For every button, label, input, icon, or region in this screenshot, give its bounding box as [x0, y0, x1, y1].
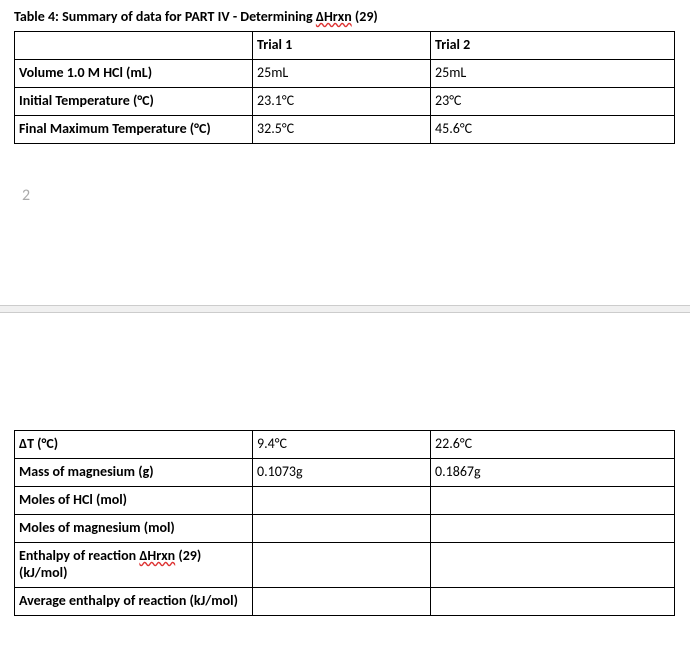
data-table-2: ΔT (°C) 9.4°C 22.6°C Mass of magnesium (… [14, 430, 675, 616]
cell-value [431, 487, 675, 515]
page-number: 2 [0, 144, 690, 205]
row-label-enthalpy: Enthalpy of reaction ΔHrxn (29) (kJ/mol) [15, 543, 253, 588]
cell-value: 25mL [253, 60, 431, 88]
cell-value [253, 543, 431, 588]
title-suffix: (29) [352, 8, 378, 25]
row-label: Average enthalpy of reaction (kJ/mol) [15, 588, 253, 616]
cell-value: 45.6°C [431, 116, 675, 144]
cell-value [253, 588, 431, 616]
table-row: Trial 1 Trial 2 [15, 32, 675, 60]
cell-value [253, 487, 431, 515]
cell-value: 23°C [431, 88, 675, 116]
row-label: Initial Temperature (°C) [15, 88, 253, 116]
table-row: Initial Temperature (°C) 23.1°C 23°C [15, 88, 675, 116]
row-label: Volume 1.0 M HCl (mL) [15, 60, 253, 88]
table-row: Average enthalpy of reaction (kJ/mol) [15, 588, 675, 616]
label-pre: Enthalpy of reaction [19, 547, 139, 564]
cell-value: 9.4°C [253, 431, 431, 459]
row-label: Final Maximum Temperature (°C) [15, 116, 253, 144]
cell-value: 22.6°C [431, 431, 675, 459]
cell-value [431, 588, 675, 616]
data-table-1: Trial 1 Trial 2 Volume 1.0 M HCl (mL) 25… [14, 31, 675, 144]
cell-value [431, 515, 675, 543]
table-row: Mass of magnesium (g) 0.1073g 0.1867g [15, 459, 675, 487]
row-label: Moles of magnesium (mol) [15, 515, 253, 543]
table-title: Table 4: Summary of data for PART IV - D… [0, 0, 690, 31]
delta-hrxn-inline: ΔHrxn [139, 547, 175, 564]
title-delta-hrxn: ΔHrxn [316, 8, 352, 25]
title-prefix: Table 4: Summary of data for PART IV - D… [14, 8, 316, 25]
table-row: Moles of magnesium (mol) [15, 515, 675, 543]
table-row: ΔT (°C) 9.4°C 22.6°C [15, 431, 675, 459]
row-label: Moles of HCl (mol) [15, 487, 253, 515]
cell-value [253, 515, 431, 543]
cell-value: 32.5°C [253, 116, 431, 144]
row-label: Mass of magnesium (g) [15, 459, 253, 487]
cell-value: 0.1867g [431, 459, 675, 487]
header-trial1: Trial 1 [253, 32, 431, 60]
cell-value: 23.1°C [253, 88, 431, 116]
cell-value [431, 543, 675, 588]
page-break-divider [0, 305, 690, 313]
row-label: ΔT (°C) [15, 431, 253, 459]
header-trial2: Trial 2 [431, 32, 675, 60]
header-blank [15, 32, 253, 60]
cell-value: 25mL [431, 60, 675, 88]
table-row: Moles of HCl (mol) [15, 487, 675, 515]
table-row: Final Maximum Temperature (°C) 32.5°C 45… [15, 116, 675, 144]
cell-value: 0.1073g [253, 459, 431, 487]
table-row: Volume 1.0 M HCl (mL) 25mL 25mL [15, 60, 675, 88]
table-row: Enthalpy of reaction ΔHrxn (29) (kJ/mol) [15, 543, 675, 588]
